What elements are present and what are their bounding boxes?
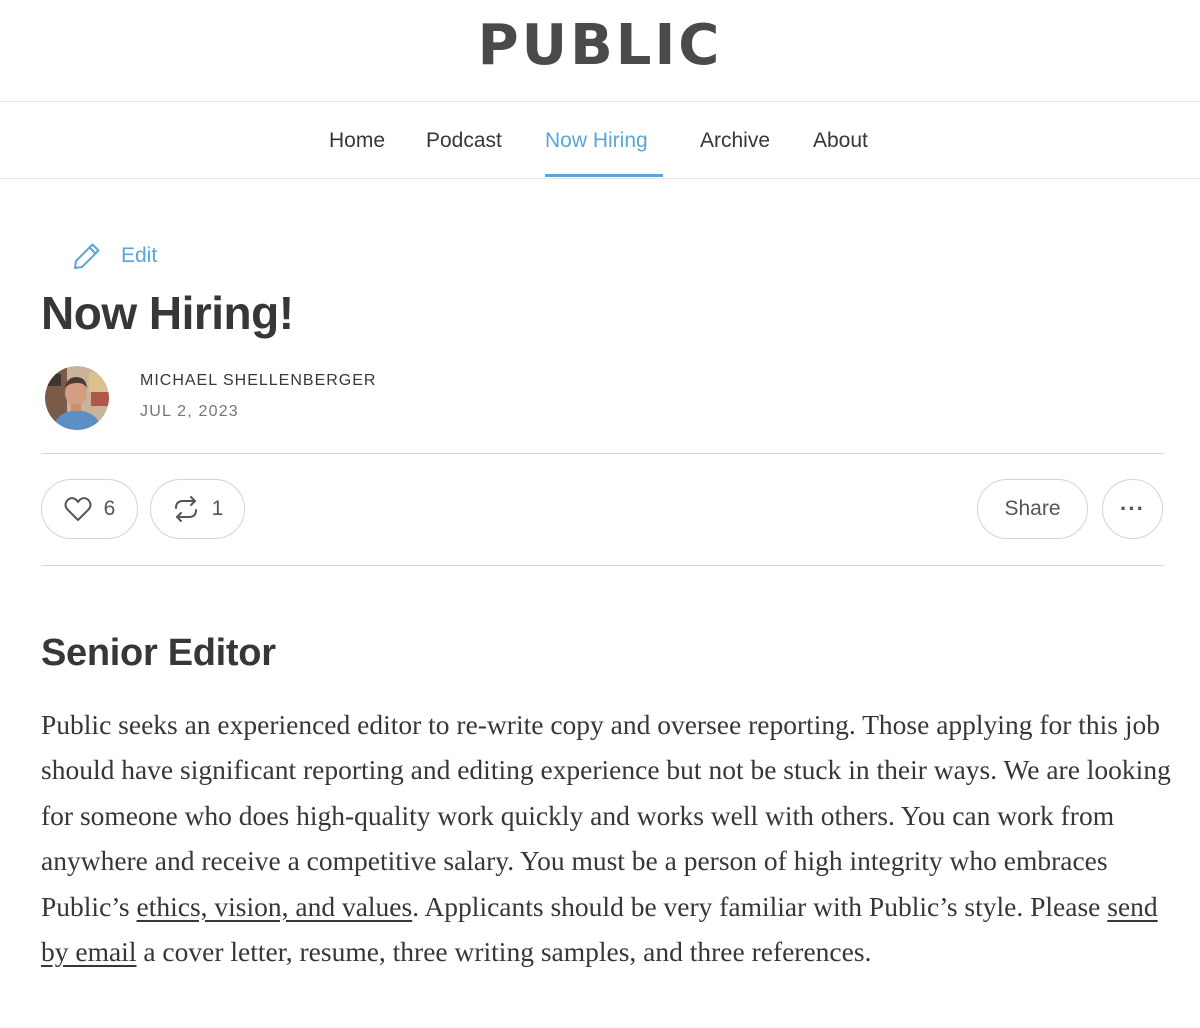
share-label: Share — [1004, 497, 1061, 520]
nav-item-home[interactable]: Home — [329, 128, 385, 154]
more-options-button[interactable]: ··· — [1102, 479, 1163, 539]
nav-item-about[interactable]: About — [813, 128, 868, 154]
ethics-vision-values-link[interactable]: ethics, vision, and values — [137, 891, 413, 922]
divider-bottom — [41, 565, 1163, 566]
active-nav-indicator — [545, 174, 663, 177]
restack-icon — [174, 496, 197, 522]
publication-logo[interactable]: PUBLIC — [0, 14, 1200, 78]
heart-icon — [64, 497, 92, 521]
edit-post-button[interactable]: Edit — [72, 240, 157, 272]
paragraph-text: . Applicants should be very familiar wit… — [412, 890, 1108, 922]
restack-count: 1 — [211, 497, 224, 520]
edit-label: Edit — [121, 244, 158, 267]
restack-button[interactable]: 1 — [150, 479, 245, 539]
author-avatar[interactable] — [45, 366, 109, 430]
like-button[interactable]: 6 — [41, 479, 138, 539]
nav-item-archive[interactable]: Archive — [700, 128, 770, 154]
section-heading: Senior Editor — [41, 632, 276, 674]
nav-item-podcast[interactable]: Podcast — [426, 128, 502, 154]
nav-item-now-hiring[interactable]: Now Hiring — [545, 128, 648, 154]
author-name[interactable]: MICHAEL SHELLENBERGER — [140, 372, 376, 390]
main-nav: Home Podcast Now Hiring Archive About — [0, 102, 1200, 179]
post-title: Now Hiring! — [41, 287, 294, 339]
divider-top — [41, 453, 1163, 454]
share-button[interactable]: Share — [977, 479, 1088, 539]
paragraph-text: a cover letter, resume, three writing sa… — [136, 936, 872, 968]
pencil-icon — [74, 243, 100, 269]
ellipsis-icon: ··· — [1120, 496, 1145, 521]
post-date: JUL 2, 2023 — [140, 403, 239, 420]
masthead: PUBLIC — [0, 0, 1200, 102]
like-count: 6 — [103, 497, 116, 520]
body-paragraph: Public seeks an experienced editor to re… — [41, 702, 1171, 974]
